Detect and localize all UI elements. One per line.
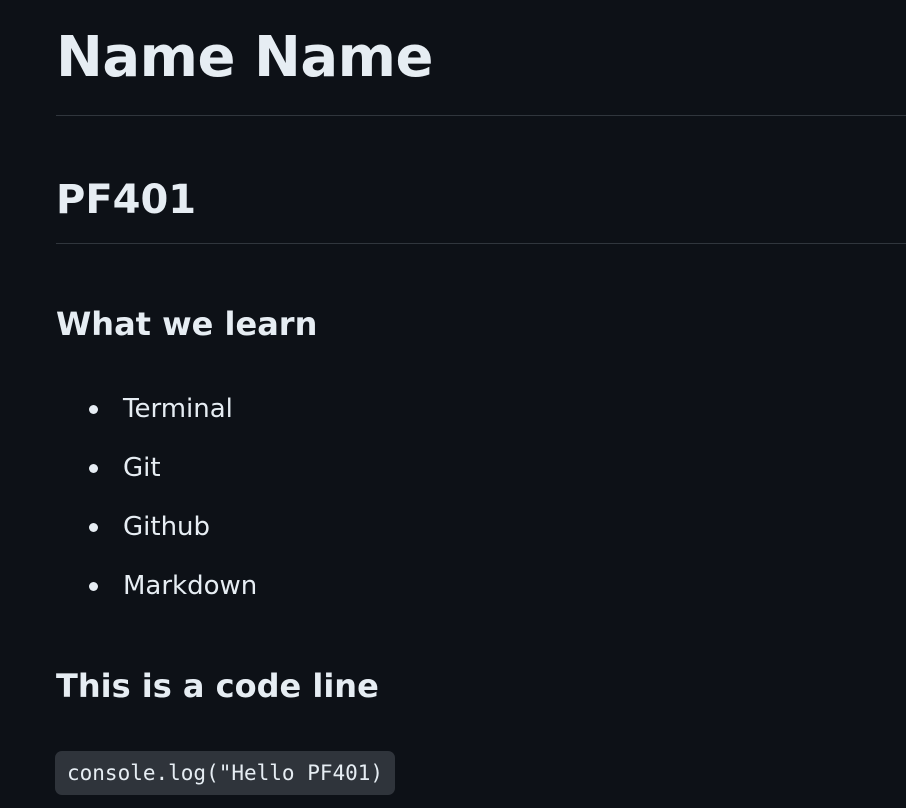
inline-code: console.log("Hello PF401) <box>55 751 396 795</box>
list-item: Git <box>56 443 257 502</box>
topic-list: Terminal Git Github Markdown <box>56 384 257 620</box>
course-divider <box>56 243 906 244</box>
list-item-label: Markdown <box>123 571 258 601</box>
bullet-icon <box>89 523 98 532</box>
list-item: Github <box>56 502 257 561</box>
list-item-label: Git <box>123 453 161 483</box>
list-item-label: Terminal <box>123 394 233 424</box>
bullet-icon <box>89 582 98 591</box>
list-item-label: Github <box>123 512 211 542</box>
learn-heading: What we learn <box>56 305 318 343</box>
bullet-icon <box>89 405 98 414</box>
title-divider <box>56 115 906 116</box>
code-heading: This is a code line <box>56 667 379 705</box>
page-title: Name Name <box>56 25 433 90</box>
list-item: Markdown <box>56 561 257 620</box>
course-heading: PF401 <box>56 177 197 223</box>
bullet-icon <box>89 464 98 473</box>
markdown-body: Name Name PF401 What we learn Terminal G… <box>0 0 906 808</box>
list-item: Terminal <box>56 384 257 443</box>
